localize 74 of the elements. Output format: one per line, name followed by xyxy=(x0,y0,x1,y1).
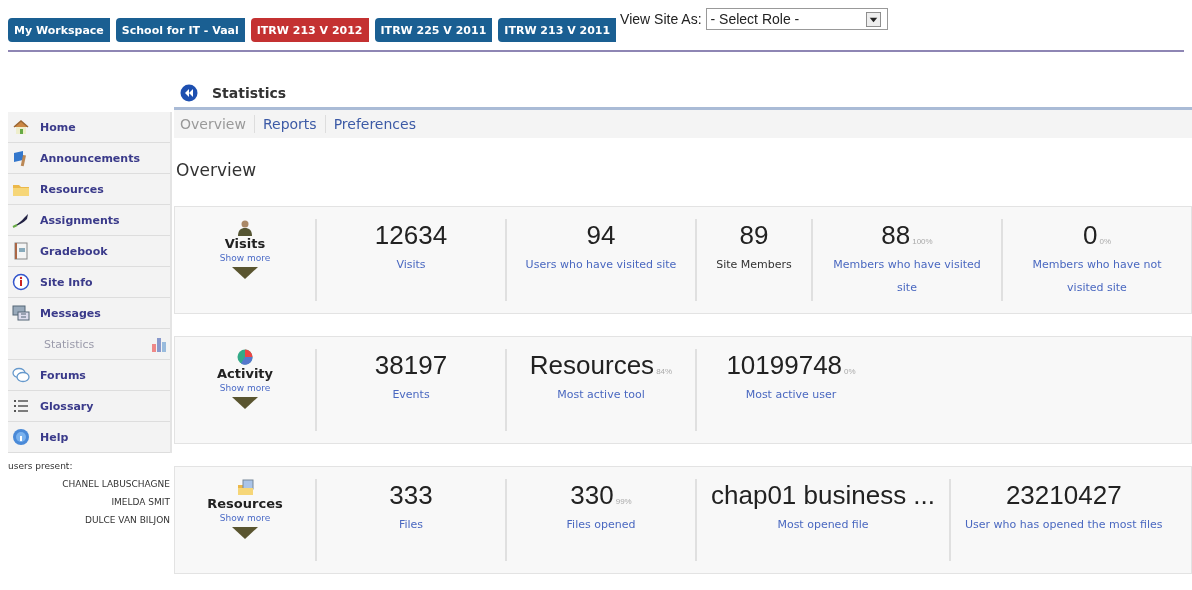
stat-link[interactable]: Members who have not visited site xyxy=(1017,253,1177,299)
stat-percent: 0% xyxy=(844,367,856,376)
sidebar-item[interactable]: Gradebook xyxy=(8,236,170,267)
stat-link[interactable]: Most opened file xyxy=(743,513,903,536)
show-more-link[interactable]: Show more xyxy=(219,383,271,393)
user-name: DULCE VAN BILJON xyxy=(84,515,170,525)
sidebar-item[interactable]: Announcements xyxy=(8,143,170,174)
expand-triangle-icon xyxy=(232,397,258,409)
help-icon xyxy=(12,428,30,446)
show-more-link[interactable]: Show more xyxy=(219,253,271,263)
list-icon xyxy=(12,397,30,415)
info-icon xyxy=(12,273,30,291)
stat-percent: 84% xyxy=(656,367,673,376)
view-site-as-label: View Site As: xyxy=(620,11,702,27)
stat-link[interactable]: Most active user xyxy=(711,383,871,406)
home-icon xyxy=(12,118,30,136)
stat-value: 23210427 xyxy=(1005,479,1122,511)
gradebook-icon xyxy=(12,242,30,260)
section-title: Resources xyxy=(207,496,283,511)
stat-value: 12634 xyxy=(374,219,448,251)
site-tab[interactable]: ITRW 225 V 2011 xyxy=(374,18,493,42)
site-tab[interactable]: ITRW 213 V 2011 xyxy=(498,18,617,42)
stat-label: Site Members xyxy=(716,257,792,273)
back-icon xyxy=(180,84,198,102)
stat-value: 0 xyxy=(1083,219,1098,251)
bar-chart-icon xyxy=(150,335,168,353)
folder-icon xyxy=(236,479,254,496)
stat-link[interactable]: Users who have visited site xyxy=(521,253,681,276)
section-title: Visits xyxy=(224,236,266,251)
page-heading: Overview xyxy=(175,159,258,182)
stat-link[interactable]: Most active tool xyxy=(521,383,681,406)
section-title: Activity xyxy=(216,366,274,381)
subnav-link[interactable]: Preferences xyxy=(325,116,424,132)
stat-value: 10199748 xyxy=(726,349,843,381)
stat-percent: 100% xyxy=(912,237,933,246)
messages-icon xyxy=(12,304,30,322)
sidebar-item[interactable]: Help xyxy=(8,422,170,453)
expand-triangle-icon xyxy=(232,527,258,539)
user-name: IMELDA SMIT xyxy=(110,497,170,507)
sidebar-item[interactable]: Assignments xyxy=(8,205,170,236)
sidebar-item[interactable]: Forums xyxy=(8,360,170,391)
stat-value: 38197 xyxy=(374,349,448,381)
sidebar-item[interactable]: Home xyxy=(8,112,170,143)
stat-link[interactable]: User who has opened the most files xyxy=(965,513,1163,536)
subnav-link[interactable]: Reports xyxy=(254,116,325,132)
expand-triangle-icon xyxy=(232,267,258,279)
stat-link[interactable]: Files opened xyxy=(521,513,681,536)
sidebar-item[interactable]: Messages xyxy=(8,298,170,329)
speech-bubbles-icon xyxy=(12,366,30,384)
stat-link[interactable]: Files xyxy=(331,513,491,536)
tool-title: Statistics xyxy=(212,85,287,101)
stat-value: 94 xyxy=(586,219,616,251)
site-tab[interactable]: School for IT - Vaal xyxy=(115,18,245,42)
stat-value: 330 xyxy=(570,479,614,511)
stat-value: Resources xyxy=(529,349,655,381)
stat-value: 88 xyxy=(881,219,911,251)
site-tab[interactable]: My Workspace xyxy=(8,18,110,42)
stat-link[interactable]: Visits xyxy=(331,253,491,276)
stat-value: chap01 business ... xyxy=(711,479,936,511)
sidebar-item[interactable]: Site Info xyxy=(8,267,170,298)
stat-value: 333 xyxy=(389,479,433,511)
pie-chart-icon xyxy=(236,349,254,366)
show-more-link[interactable]: Show more xyxy=(219,513,271,523)
sidebar-item[interactable]: Glossary xyxy=(8,391,170,422)
users-present-label: users present: xyxy=(8,461,74,471)
person-icon xyxy=(236,219,254,236)
stat-link[interactable]: Members who have visited site xyxy=(827,253,987,299)
sidebar-item[interactable]: Resources xyxy=(8,174,170,205)
site-tab[interactable]: ITRW 213 V 2012 xyxy=(250,18,369,42)
user-name: CHANEL LABUSCHAGNE xyxy=(61,479,170,489)
stat-percent: 99% xyxy=(615,497,632,506)
stat-link[interactable]: Events xyxy=(331,383,491,406)
stat-value: 89 xyxy=(739,219,769,251)
role-dropdown[interactable]: - Select Role - xyxy=(705,8,888,30)
